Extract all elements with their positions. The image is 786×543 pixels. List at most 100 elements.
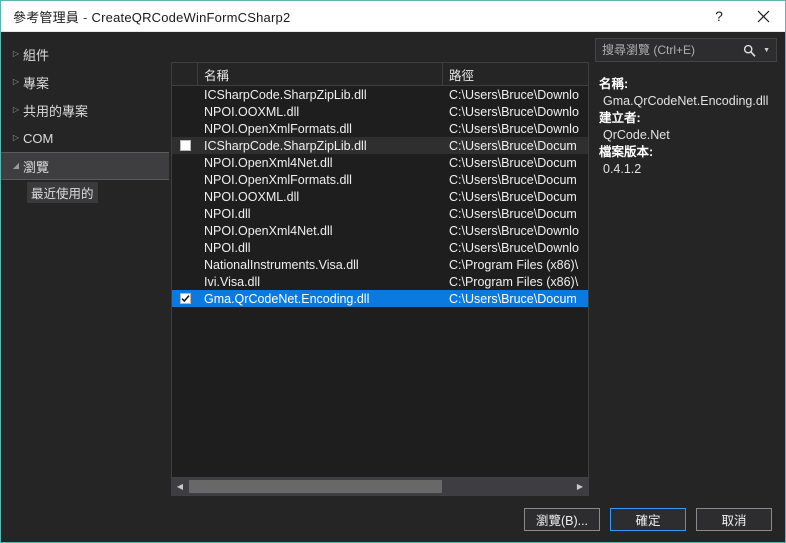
checkbox-unchecked-icon[interactable]	[180, 225, 191, 236]
row-checkbox-cell[interactable]	[172, 140, 198, 151]
window-title: 參考管理員 - CreateQRCodeWinFormCSharp2	[13, 7, 290, 26]
sidebar-item-shared-projects[interactable]: ▷ 共用的專案	[1, 96, 169, 124]
dialog-footer: 瀏覽(B)... 確定 取消	[1, 496, 785, 542]
search-input[interactable]	[596, 42, 744, 58]
column-header-path[interactable]: 路徑	[443, 63, 588, 85]
checkbox-unchecked-icon[interactable]	[180, 157, 191, 168]
table-row[interactable]: NPOI.OpenXml4Net.dll C:\Users\Bruce\Docu…	[172, 154, 588, 171]
scroll-left-arrow-icon[interactable]: ◀	[172, 478, 188, 495]
table-row-selected[interactable]: Gma.QrCodeNet.Encoding.dll C:\Users\Bruc…	[172, 290, 588, 307]
row-checkbox-cell[interactable]	[172, 242, 198, 253]
row-checkbox-cell[interactable]	[172, 106, 198, 117]
scrollbar-thumb[interactable]	[189, 480, 443, 493]
sidebar-item-label: 瀏覽	[23, 159, 50, 175]
checkbox-unchecked-icon[interactable]	[180, 174, 191, 185]
horizontal-scrollbar[interactable]: ◀ ▶	[172, 477, 588, 495]
close-icon	[757, 10, 769, 22]
title-bar-buttons: ?	[697, 1, 785, 31]
file-list-region: 名稱 路徑 ICSharpCode.SharpZipLib.dll C:\Use…	[171, 62, 589, 496]
row-name: NPOI.dll	[204, 240, 251, 255]
table-row[interactable]: Ivi.Visa.dll C:\Program Files (x86)\	[172, 273, 588, 290]
row-path: C:\Users\Bruce\Docum	[449, 206, 577, 221]
column-header-name[interactable]: 名稱	[198, 63, 443, 85]
checkbox-unchecked-icon[interactable]	[180, 106, 191, 117]
checkbox-unchecked-icon[interactable]	[180, 191, 191, 202]
table-row[interactable]: NationalInstruments.Visa.dll C:\Program …	[172, 256, 588, 273]
row-checkbox-cell[interactable]	[172, 276, 198, 287]
row-checkbox-cell[interactable]	[172, 259, 198, 270]
table-row[interactable]: ICSharpCode.SharpZipLib.dll C:\Users\Bru…	[172, 86, 588, 103]
checkbox-checked-icon[interactable]	[179, 293, 191, 304]
browse-button[interactable]: 瀏覽(B)...	[524, 507, 600, 531]
row-checkbox-cell[interactable]	[172, 208, 198, 219]
row-path: C:\Users\Bruce\Docum	[449, 155, 577, 170]
checkbox-unchecked-icon[interactable]	[180, 89, 191, 100]
search-box[interactable]: ▼	[595, 38, 777, 62]
column-header-checkbox	[172, 63, 198, 85]
checkbox-unchecked-icon[interactable]	[180, 242, 191, 253]
table-row[interactable]: NPOI.OpenXmlFormats.dll C:\Users\Bruce\D…	[172, 120, 588, 137]
checkbox-unchecked-icon[interactable]	[180, 259, 191, 270]
table-row[interactable]: NPOI.dll C:\Users\Bruce\Docum	[172, 205, 588, 222]
checkbox-unchecked-icon[interactable]	[180, 123, 191, 134]
row-name: Ivi.Visa.dll	[204, 274, 261, 289]
chevron-right-icon: ▷	[12, 105, 20, 114]
sidebar-item-assemblies[interactable]: ▷ 組件	[1, 40, 169, 68]
detail-version-value: 0.4.1.2	[603, 162, 642, 176]
table-row[interactable]: NPOI.dll C:\Users\Bruce\Downlo	[172, 239, 588, 256]
table-row[interactable]: NPOI.OOXML.dll C:\Users\Bruce\Docum	[172, 188, 588, 205]
row-checkbox-cell[interactable]	[172, 174, 198, 185]
sidebar: ▷ 組件 ▷ 專案 ▷ 共用的專案 ▷ COM ◢ 瀏覽 最近使用的	[1, 32, 169, 496]
cancel-button[interactable]: 取消	[696, 507, 772, 531]
window-title-project: CreateQRCodeWinFormCSharp2	[91, 9, 291, 25]
table-row[interactable]: ICSharpCode.SharpZipLib.dll C:\Users\Bru…	[172, 137, 588, 154]
row-checkbox-cell[interactable]	[172, 123, 198, 134]
row-name: NPOI.OpenXmlFormats.dll	[204, 121, 352, 136]
row-path: C:\Program Files (x86)\	[449, 257, 579, 272]
row-name: NPOI.dll	[204, 206, 251, 221]
close-button[interactable]	[741, 1, 785, 31]
sidebar-item-browse[interactable]: ◢ 瀏覽	[1, 152, 169, 180]
row-name: NPOI.OpenXml4Net.dll	[204, 155, 333, 170]
title-bar: 參考管理員 - CreateQRCodeWinFormCSharp2 ?	[1, 1, 785, 32]
table-row[interactable]: NPOI.OOXML.dll C:\Users\Bruce\Downlo	[172, 103, 588, 120]
dialog-body: ▷ 組件 ▷ 專案 ▷ 共用的專案 ▷ COM ◢ 瀏覽 最近使用的 名稱 路徑…	[1, 32, 785, 496]
checkbox-unchecked-icon[interactable]	[179, 140, 191, 151]
sidebar-item-label: 最近使用的	[27, 181, 98, 203]
chevron-right-icon: ▷	[12, 49, 20, 58]
scrollbar-track[interactable]	[188, 478, 572, 495]
row-name: NPOI.OOXML.dll	[204, 104, 300, 119]
detail-creator-label: 建立者:	[599, 111, 641, 125]
sidebar-item-projects[interactable]: ▷ 專案	[1, 68, 169, 96]
checkbox-unchecked-icon[interactable]	[180, 208, 191, 219]
scroll-right-arrow-icon[interactable]: ▶	[572, 478, 588, 495]
sidebar-item-label: 共用的專案	[23, 103, 89, 119]
sidebar-item-com[interactable]: ▷ COM	[1, 124, 169, 152]
sidebar-item-label: 組件	[23, 47, 50, 63]
row-name: NationalInstruments.Visa.dll	[204, 257, 359, 272]
row-path: C:\Users\Bruce\Downlo	[449, 223, 579, 238]
row-checkbox-cell[interactable]	[172, 89, 198, 100]
row-checkbox-cell[interactable]	[172, 293, 198, 304]
table-row[interactable]: NPOI.OpenXml4Net.dll C:\Users\Bruce\Down…	[172, 222, 588, 239]
chevron-down-icon[interactable]: ▼	[761, 47, 776, 54]
row-checkbox-cell[interactable]	[172, 225, 198, 236]
checkbox-unchecked-icon[interactable]	[180, 276, 191, 287]
row-path: C:\Users\Bruce\Downlo	[449, 121, 579, 136]
sidebar-item-recent[interactable]: 最近使用的	[1, 180, 169, 204]
search-icon[interactable]	[743, 44, 761, 57]
row-name: ICSharpCode.SharpZipLib.dll	[204, 138, 367, 153]
window-title-main: 參考管理員	[13, 9, 80, 25]
table-row[interactable]: NPOI.OpenXmlFormats.dll C:\Users\Bruce\D…	[172, 171, 588, 188]
row-checkbox-cell[interactable]	[172, 157, 198, 168]
row-path: C:\Users\Bruce\Downlo	[449, 87, 579, 102]
chevron-down-icon: ◢	[12, 161, 20, 170]
ok-button[interactable]: 確定	[610, 507, 686, 531]
sidebar-item-label: COM	[23, 130, 54, 146]
row-path: C:\Users\Bruce\Downlo	[449, 240, 579, 255]
help-button[interactable]: ?	[697, 1, 741, 31]
row-path: C:\Users\Bruce\Downlo	[449, 104, 579, 119]
row-checkbox-cell[interactable]	[172, 191, 198, 202]
row-path: C:\Program Files (x86)\	[449, 274, 579, 289]
detail-fields: 名稱: Gma.QrCodeNet.Encoding.dll 建立者: QrCo…	[589, 62, 785, 178]
